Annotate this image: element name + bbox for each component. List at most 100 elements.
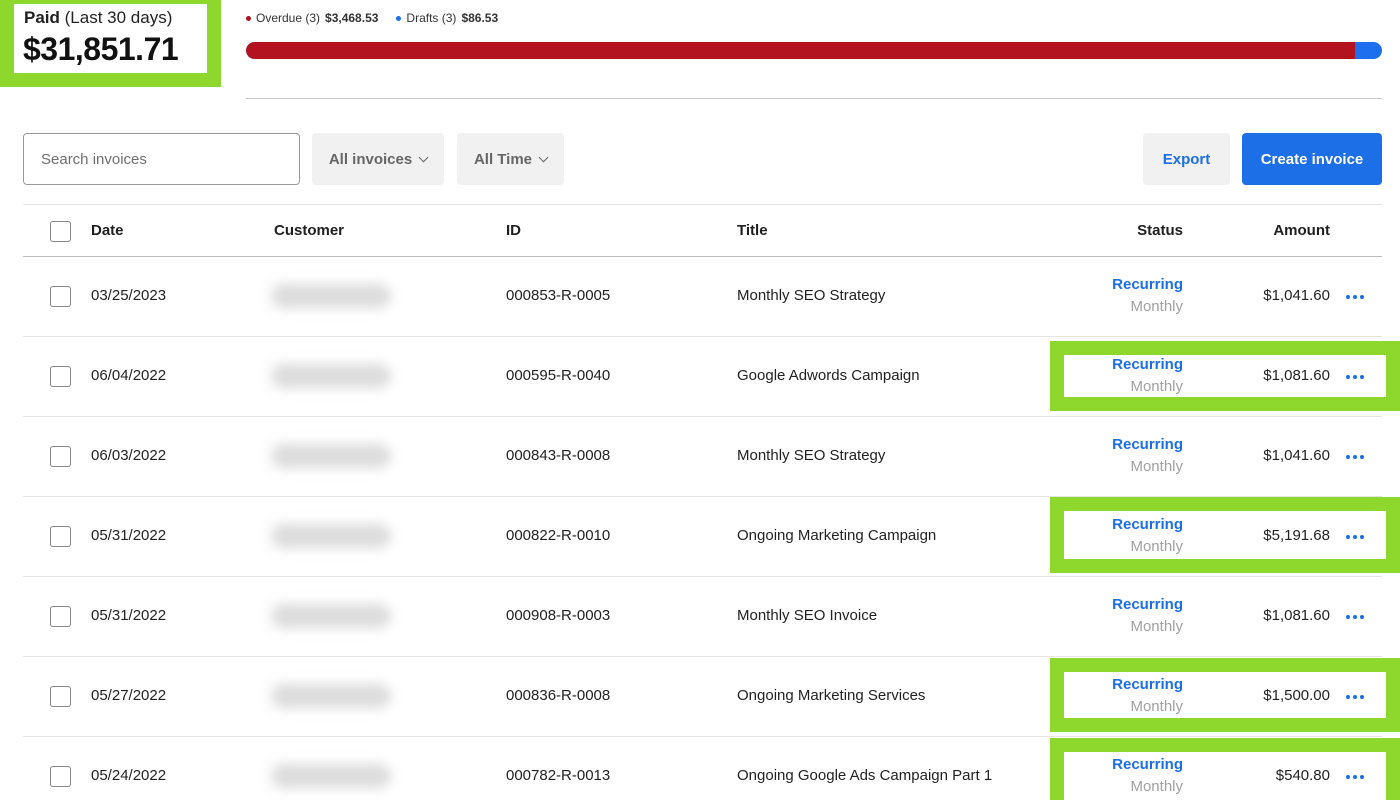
row-date: 05/31/2022	[91, 527, 167, 544]
row-date: 05/31/2022	[91, 607, 167, 624]
row-status: Recurring Monthly	[1112, 756, 1183, 795]
row-title: Ongoing Google Ads Campaign Part 1	[737, 767, 993, 784]
row-date: 06/04/2022	[91, 367, 167, 384]
table-row[interactable]: 06/04/2022 000595-R-0040 Google Adwords …	[23, 337, 1382, 417]
row-id[interactable]: 000782-R-0013	[506, 767, 610, 784]
status-frequency: Monthly	[1130, 778, 1183, 795]
row-amount: $1,081.60	[1263, 607, 1330, 624]
row-amount: $5,191.68	[1263, 527, 1330, 544]
table-row[interactable]: 05/27/2022 000836-R-0008 Ongoing Marketi…	[23, 657, 1382, 737]
summary-divider	[246, 98, 1382, 99]
search-input[interactable]	[23, 133, 300, 185]
row-amount: $540.80	[1275, 767, 1330, 784]
row-checkbox[interactable]	[50, 766, 71, 787]
paid-label: Paid (Last 30 days)	[24, 8, 172, 28]
header-id[interactable]: ID	[506, 222, 521, 239]
table-header: Date Customer ID Title Status Amount	[23, 204, 1382, 257]
customer-name-redacted[interactable]	[271, 284, 391, 308]
more-options-icon[interactable]	[1346, 455, 1364, 459]
customer-name-redacted[interactable]	[271, 444, 391, 468]
status-frequency: Monthly	[1130, 618, 1183, 635]
more-options-icon[interactable]	[1346, 695, 1364, 699]
select-all-checkbox[interactable]	[50, 221, 71, 242]
status-frequency: Monthly	[1130, 538, 1183, 555]
customer-name-redacted[interactable]	[271, 764, 391, 788]
status-badge: Recurring	[1112, 596, 1183, 613]
row-checkbox[interactable]	[50, 526, 71, 547]
invoice-filter-dropdown[interactable]: All invoices	[312, 133, 444, 185]
status-badge: Recurring	[1112, 276, 1183, 293]
row-id[interactable]: 000908-R-0003	[506, 607, 610, 624]
table-row[interactable]: 06/03/2022 000843-R-0008 Monthly SEO Str…	[23, 417, 1382, 497]
row-date: 05/27/2022	[91, 687, 167, 704]
more-options-icon[interactable]	[1346, 295, 1364, 299]
row-status: Recurring Monthly	[1112, 436, 1183, 475]
table-row[interactable]: 05/24/2022 000782-R-0013 Ongoing Google …	[23, 737, 1382, 800]
table-row[interactable]: 05/31/2022 000822-R-0010 Ongoing Marketi…	[23, 497, 1382, 577]
table-row[interactable]: 05/31/2022 000908-R-0003 Monthly SEO Inv…	[23, 577, 1382, 657]
header-date[interactable]: Date	[91, 222, 124, 239]
row-status: Recurring Monthly	[1112, 596, 1183, 635]
customer-name-redacted[interactable]	[271, 364, 391, 388]
paid-amount: $31,851.71	[23, 31, 179, 67]
row-id[interactable]: 000853-R-0005	[506, 287, 610, 304]
customer-name-redacted[interactable]	[271, 684, 391, 708]
status-badge: Recurring	[1112, 756, 1183, 773]
table-row[interactable]: 03/25/2023 000853-R-0005 Monthly SEO Str…	[23, 257, 1382, 337]
customer-name-redacted[interactable]	[271, 524, 391, 548]
row-amount: $1,081.60	[1263, 367, 1330, 384]
row-title: Google Adwords Campaign	[737, 367, 920, 384]
row-title: Monthly SEO Strategy	[737, 287, 886, 304]
row-checkbox[interactable]	[50, 686, 71, 707]
status-badge: Recurring	[1112, 436, 1183, 453]
row-date: 06/03/2022	[91, 447, 167, 464]
row-title: Monthly SEO Strategy	[737, 447, 886, 464]
status-frequency: Monthly	[1130, 698, 1183, 715]
chevron-down-icon	[538, 152, 549, 162]
row-checkbox[interactable]	[50, 446, 71, 467]
more-options-icon[interactable]	[1346, 775, 1364, 779]
row-checkbox[interactable]	[50, 606, 71, 627]
create-invoice-button[interactable]: Create invoice	[1242, 133, 1382, 185]
drafts-amount: $86.53	[461, 11, 499, 25]
row-id[interactable]: 000595-R-0040	[506, 367, 610, 384]
header-title[interactable]: Title	[737, 222, 768, 239]
row-amount: $1,500.00	[1263, 687, 1330, 704]
time-filter-label: All Time	[473, 150, 533, 168]
overdue-label: Overdue (3)	[256, 11, 321, 25]
export-button[interactable]: Export	[1143, 133, 1230, 185]
row-title: Ongoing Marketing Campaign	[737, 527, 937, 544]
row-id[interactable]: 000836-R-0008	[506, 687, 610, 704]
legend-drafts[interactable]: Drafts (3) $86.53	[396, 11, 498, 25]
header-status[interactable]: Status	[1137, 222, 1183, 239]
paid-period: (Last 30 days)	[64, 8, 173, 27]
time-filter-dropdown[interactable]: All Time	[457, 133, 564, 185]
status-legend: Overdue (3) $3,468.53 Drafts (3) $86.53	[246, 11, 498, 25]
row-id[interactable]: 000843-R-0008	[506, 447, 610, 464]
legend-overdue[interactable]: Overdue (3) $3,468.53	[246, 11, 378, 25]
overdue-bar-segment	[246, 42, 1355, 59]
more-options-icon[interactable]	[1346, 615, 1364, 619]
row-title: Monthly SEO Invoice	[737, 607, 878, 624]
drafts-label: Drafts (3)	[406, 11, 457, 25]
row-checkbox[interactable]	[50, 366, 71, 387]
invoices-table: Date Customer ID Title Status Amount 03/…	[23, 204, 1382, 800]
status-frequency: Monthly	[1130, 298, 1183, 315]
status-badge: Recurring	[1112, 356, 1183, 373]
row-title: Ongoing Marketing Services	[737, 687, 926, 704]
header-customer[interactable]: Customer	[274, 222, 344, 239]
paid-label-title: Paid	[24, 8, 60, 27]
row-status: Recurring Monthly	[1112, 676, 1183, 715]
row-status: Recurring Monthly	[1112, 276, 1183, 315]
more-options-icon[interactable]	[1346, 375, 1364, 379]
chevron-down-icon	[418, 152, 429, 162]
more-options-icon[interactable]	[1346, 535, 1364, 539]
row-checkbox[interactable]	[50, 286, 71, 307]
row-date: 05/24/2022	[91, 767, 167, 784]
row-id[interactable]: 000822-R-0010	[506, 527, 610, 544]
overdue-dot-icon	[246, 15, 251, 21]
customer-name-redacted[interactable]	[271, 604, 391, 628]
header-amount[interactable]: Amount	[1273, 222, 1330, 239]
status-progress-bar	[246, 42, 1382, 59]
paid-summary: Paid (Last 30 days) $31,851.71	[0, 0, 221, 87]
